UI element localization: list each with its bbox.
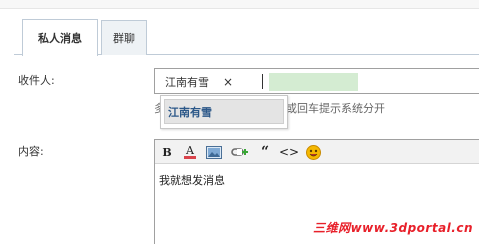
text-color-letter: A	[186, 144, 194, 157]
text-caret	[262, 74, 263, 89]
tab-group-chat[interactable]: 群聊	[101, 20, 147, 55]
recipient-input[interactable]: 江南有雪 ×	[154, 68, 479, 94]
top-bar	[0, 0, 479, 9]
image-icon[interactable]	[205, 144, 223, 160]
watermark-logo: 三维网www.3dportal.cn	[313, 221, 473, 235]
editor-toolbar: B A “ <>	[155, 140, 479, 164]
editor-body-text: 我就想发消息	[159, 174, 225, 187]
tab-bar: 私人消息 群聊	[0, 19, 479, 56]
bold-icon[interactable]: B	[158, 144, 176, 160]
recipient-token[interactable]: 江南有雪 ×	[159, 73, 240, 90]
link-icon[interactable]	[231, 144, 249, 160]
recipient-token-label: 江南有雪	[165, 75, 209, 89]
text-color-icon[interactable]: A	[181, 144, 199, 160]
tab-private-message[interactable]: 私人消息	[22, 19, 98, 56]
close-icon[interactable]: ×	[223, 75, 233, 89]
hint-suffix: 或回车提示系统分开	[286, 102, 385, 115]
recipient-label: 收件人:	[18, 74, 55, 87]
content-label: 内容:	[18, 145, 44, 158]
input-highlight[interactable]	[269, 73, 358, 91]
autocomplete-item[interactable]: 江南有雪	[164, 99, 284, 124]
emoji-icon[interactable]	[304, 144, 322, 160]
text-color-swatch	[184, 156, 196, 159]
autocomplete-dropdown: 江南有雪	[160, 95, 288, 129]
quote-icon[interactable]: “	[256, 144, 274, 160]
code-icon[interactable]: <>	[279, 144, 299, 160]
